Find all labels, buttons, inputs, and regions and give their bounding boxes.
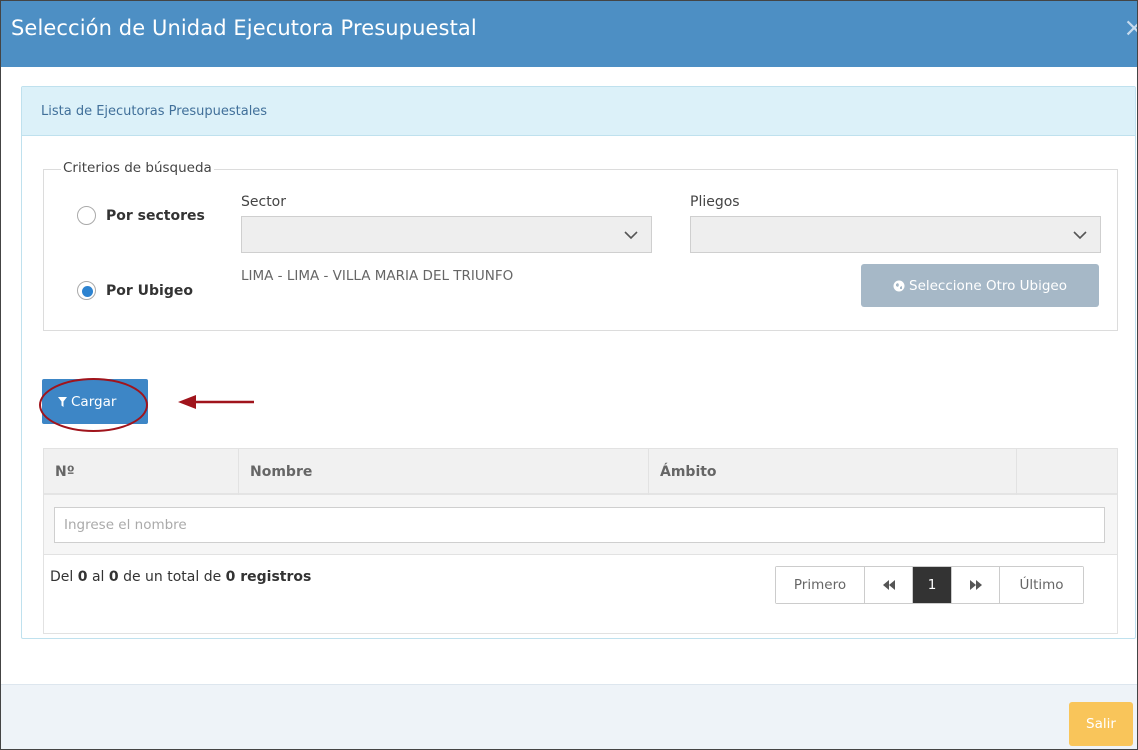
ubigeo-location: LIMA - LIMA - VILLA MARIA DEL TRIUNFO xyxy=(241,268,514,284)
summary-from: 0 xyxy=(77,569,88,585)
page-prev-icon[interactable] xyxy=(865,567,913,603)
table-header: Nº Nombre Ámbito xyxy=(44,449,1117,495)
annotation-arrow-icon xyxy=(178,395,254,409)
summary-total-text: de un total de xyxy=(123,569,222,585)
executors-table: Nº Nombre Ámbito Del 0 al 0 de un total … xyxy=(43,448,1118,634)
panel-title: Lista de Ejecutoras Presupuestales xyxy=(41,104,268,119)
table-filter-row xyxy=(44,495,1117,555)
radio-por-ubigeo[interactable]: Por Ubigeo xyxy=(77,281,193,300)
radio-ubigeo-label: Por Ubigeo xyxy=(106,282,193,299)
modal-dialog: Selección de Unidad Ejecutora Presupuest… xyxy=(0,0,1138,750)
page-current-button[interactable]: 1 xyxy=(913,567,952,603)
page-last-button[interactable]: Último xyxy=(1000,567,1083,603)
criteria-legend: Criterios de búsqueda xyxy=(61,160,214,176)
column-header-nombre[interactable]: Nombre xyxy=(239,449,649,495)
summary-prefix: Del xyxy=(50,569,74,585)
sector-label: Sector xyxy=(241,194,287,210)
modal-header: Selección de Unidad Ejecutora Presupuest… xyxy=(1,1,1137,67)
chevron-down-icon xyxy=(624,231,638,240)
modal-footer: Salir xyxy=(1,684,1137,749)
column-header-actions xyxy=(1017,449,1117,495)
pagination: Primero 1 Último xyxy=(775,566,1084,604)
search-criteria-fieldset: Criterios de búsqueda Por sectores Por U… xyxy=(43,160,1118,331)
name-filter-input[interactable] xyxy=(54,507,1105,543)
summary-total: 0 registros xyxy=(225,569,312,585)
radio-sectores-control[interactable] xyxy=(77,206,96,225)
globe-icon xyxy=(893,280,905,291)
double-left-arrow-icon xyxy=(882,580,895,590)
panel-heading: Lista de Ejecutoras Presupuestales xyxy=(22,87,1135,136)
select-other-ubigeo-label: Seleccione Otro Ubigeo xyxy=(909,277,1067,294)
page-next-icon[interactable] xyxy=(952,567,1000,603)
salir-button[interactable]: Salir xyxy=(1069,702,1133,746)
sector-select[interactable] xyxy=(241,216,652,253)
radio-ubigeo-control[interactable] xyxy=(77,281,96,300)
chevron-down-icon xyxy=(1073,231,1087,240)
column-header-ambito[interactable]: Ámbito xyxy=(649,449,1017,495)
modal-title: Selección de Unidad Ejecutora Presupuest… xyxy=(11,16,477,40)
summary-mid: al xyxy=(91,569,105,585)
column-header-number[interactable]: Nº xyxy=(44,449,239,495)
radio-por-sectores[interactable]: Por sectores xyxy=(77,206,205,225)
records-summary: Del 0 al 0 de un total de 0 registros xyxy=(50,569,311,585)
select-other-ubigeo-button[interactable]: Seleccione Otro Ubigeo xyxy=(861,264,1099,307)
close-icon[interactable]: × xyxy=(1123,15,1137,41)
page-first-button[interactable]: Primero xyxy=(776,567,865,603)
summary-to: 0 xyxy=(108,569,119,585)
radio-sectores-label: Por sectores xyxy=(106,207,205,224)
double-right-arrow-icon xyxy=(969,580,982,590)
cargar-label: Cargar xyxy=(71,393,117,410)
filter-icon xyxy=(58,396,67,407)
pliegos-label: Pliegos xyxy=(690,194,740,210)
cargar-button[interactable]: Cargar xyxy=(42,379,148,424)
pliegos-select[interactable] xyxy=(690,216,1101,253)
executors-panel: Lista de Ejecutoras Presupuestales Crite… xyxy=(21,86,1136,639)
